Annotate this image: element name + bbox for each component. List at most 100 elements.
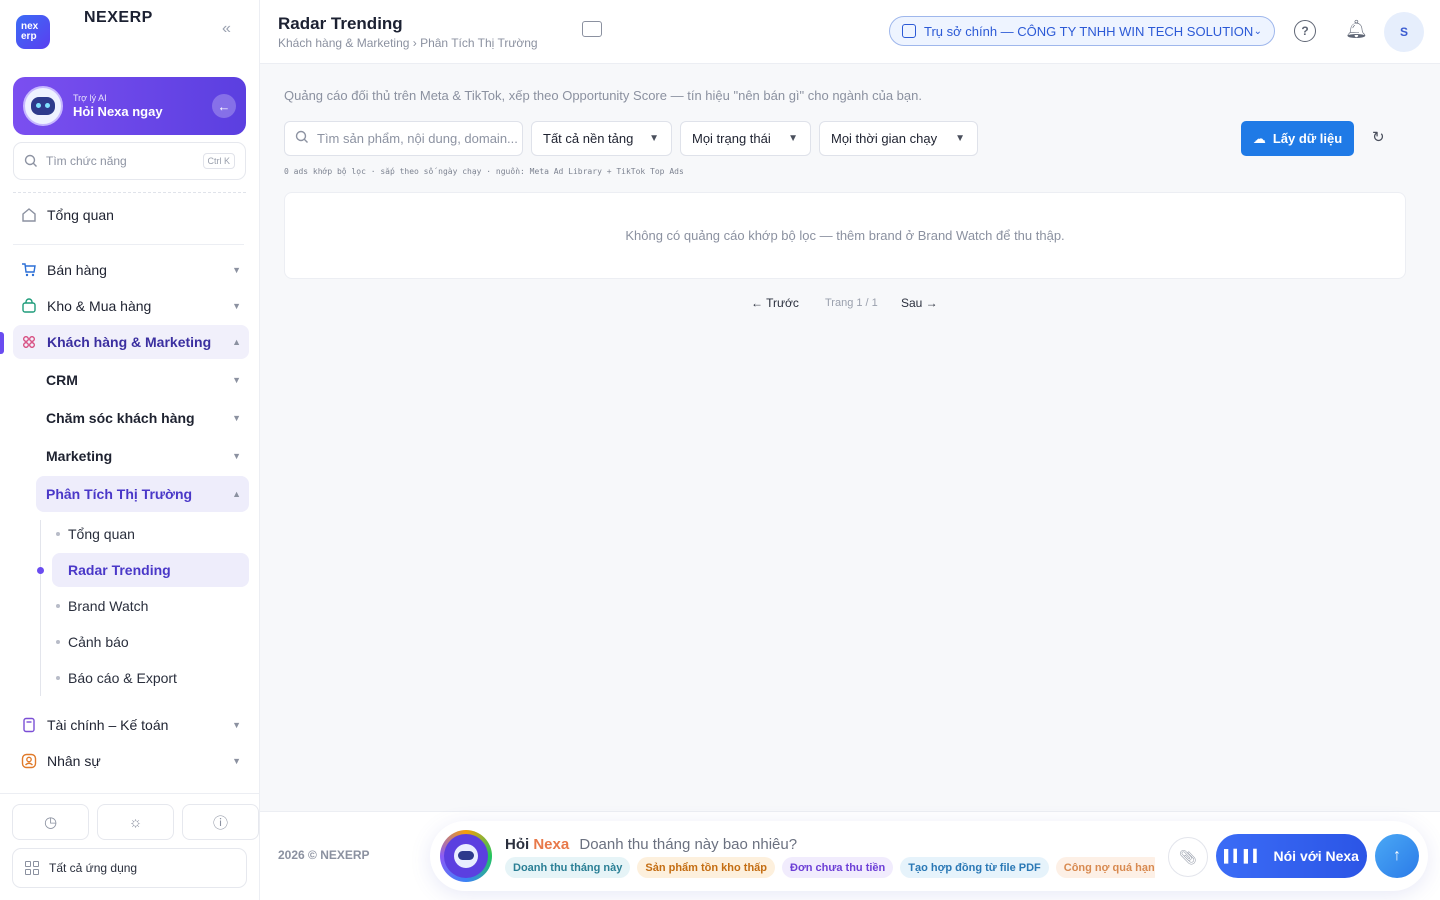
- runtime-select[interactable]: Mọi thời gian chạy ▼: [819, 121, 978, 156]
- suggestion-chips: Doanh thu tháng này Sản phẩm tồn kho thấ…: [505, 857, 1155, 879]
- ask-nexa-card[interactable]: Trợ lý AI Hỏi Nexa ngay ←: [13, 77, 246, 135]
- apps-grid-icon: [25, 861, 39, 875]
- folder-icon[interactable]: [582, 21, 602, 37]
- nav-customers-marketing[interactable]: Khách hàng & Marketing ▲: [13, 325, 249, 359]
- results-meta: 0 ads khớp bộ lọc · sắp theo số ngày chạ…: [284, 167, 684, 176]
- top-header: Radar Trending Khách hàng & Marketing › …: [260, 0, 1440, 64]
- chevron-down-icon: ▼: [232, 301, 241, 311]
- talk-to-nexa-button[interactable]: ▌▍▌▍ Nói với Nexa: [1216, 834, 1367, 878]
- bullet: [56, 532, 60, 536]
- platform-select-value: Tất cả nền tảng: [543, 131, 634, 146]
- ads-search-placeholder: Tìm sản phẩm, nội dung, domain...: [317, 131, 518, 146]
- brand[interactable]: nex erp: [16, 15, 50, 49]
- voice-wave-icon: ▌▍▌▍: [1224, 849, 1264, 863]
- status-select[interactable]: Mọi trạng thái ▼: [680, 121, 811, 156]
- report-issue-button[interactable]: ⓘ: [182, 804, 259, 840]
- ask-nexa-input[interactable]: Hỏi Nexa Doanh thu tháng này bao nhiêu?: [505, 836, 797, 853]
- attach-icon[interactable]: 📎︎: [1168, 837, 1208, 877]
- bell-icon[interactable]: 🔔︎: [1345, 19, 1368, 40]
- sub-item-customer-care-label: Chăm sóc khách hàng: [46, 410, 195, 426]
- brand-name: NEXERP: [84, 9, 153, 26]
- chevron-down-icon: ▼: [649, 133, 659, 144]
- suggestion-chip[interactable]: Doanh thu tháng này: [505, 857, 631, 878]
- function-search-placeholder: Tìm chức năng: [46, 154, 127, 168]
- nexa-avatar-icon[interactable]: [440, 830, 492, 882]
- arrow-left-icon[interactable]: ←: [212, 94, 236, 118]
- help-button[interactable]: ?: [1294, 20, 1316, 42]
- talk-to-nexa-label: Nói với Nexa: [1273, 848, 1359, 864]
- bullet: [56, 604, 60, 608]
- function-search-input[interactable]: Tìm chức năng Ctrl K: [13, 142, 246, 180]
- nexerp-logo: nex erp: [16, 15, 50, 49]
- users-icon: [20, 333, 38, 351]
- leaf-radar-trending[interactable]: Radar Trending: [52, 553, 249, 587]
- collapse-sidebar-icon[interactable]: «: [222, 20, 231, 38]
- leaf-brand-watch[interactable]: Brand Watch: [52, 589, 249, 623]
- home-icon: [20, 206, 38, 224]
- sun-icon: ☼: [128, 813, 143, 831]
- ads-search-input[interactable]: Tìm sản phẩm, nội dung, domain...: [284, 121, 523, 156]
- robot-avatar-icon: [23, 86, 63, 126]
- leaf-reports-export[interactable]: Báo cáo & Export: [52, 661, 249, 695]
- nav-overview[interactable]: Tổng quan: [13, 198, 249, 232]
- sub-item-crm[interactable]: CRM ▼: [36, 362, 249, 398]
- chevron-down-icon: ▼: [788, 133, 798, 144]
- empty-state: Không có quảng cáo khớp bộ lọc — thêm br…: [284, 192, 1406, 279]
- copyright: 2026 © NEXERP: [278, 848, 370, 862]
- nav-hr[interactable]: Nhân sự ▼: [13, 744, 249, 778]
- suggestion-chip[interactable]: Đơn chưa thu tiền: [782, 857, 894, 878]
- sub-item-market-analysis-label: Phân Tích Thị Trường: [46, 486, 193, 502]
- user-avatar[interactable]: S: [1384, 12, 1424, 52]
- runtime-select-value: Mọi thời gian chạy: [831, 131, 938, 146]
- bullet: [56, 640, 60, 644]
- calculator-icon: [20, 716, 38, 734]
- leaf-alerts[interactable]: Cảnh báo: [52, 625, 249, 659]
- chevron-down-icon: ▼: [955, 133, 965, 144]
- divider: [13, 244, 244, 245]
- company-name: Trụ sở chính — CÔNG TY TNHH WIN TECH SOL…: [924, 23, 1254, 39]
- platform-select[interactable]: Tất cả nền tảng ▼: [531, 121, 672, 156]
- search-icon: [295, 130, 309, 147]
- nexa-label: Nexa: [533, 836, 570, 853]
- nav-customers-marketing-label: Khách hàng & Marketing: [47, 334, 212, 350]
- nav-inventory[interactable]: Kho & Mua hàng ▼: [13, 289, 249, 323]
- empty-state-message: Không có quảng cáo khớp bộ lọc — thêm br…: [625, 228, 1065, 243]
- chevron-down-icon: ▼: [232, 756, 241, 766]
- clock-icon: ◷: [43, 814, 58, 831]
- sub-item-marketing[interactable]: Marketing ▼: [36, 438, 249, 474]
- sub-item-marketing-label: Marketing: [46, 448, 113, 464]
- nav-sales[interactable]: Bán hàng ▼: [13, 253, 249, 287]
- suggestion-chip[interactable]: Tạo hợp đồng từ file PDF: [900, 857, 1049, 878]
- fetch-data-button[interactable]: ☁ Lấy dữ liệu: [1241, 121, 1354, 156]
- refresh-icon[interactable]: ↻: [1372, 128, 1385, 146]
- breadcrumb: Khách hàng & Marketing › Phân Tích Thị T…: [278, 36, 538, 50]
- prev-page-button[interactable]: ← Trước: [751, 296, 799, 310]
- suggestion-chip[interactable]: Công nợ quá hạn: [1055, 857, 1155, 878]
- divider: [0, 793, 259, 794]
- leaf-overview[interactable]: Tổng quan: [52, 517, 249, 551]
- history-button[interactable]: ◷: [12, 804, 89, 840]
- nav-inventory-label: Kho & Mua hàng: [47, 298, 152, 314]
- chevron-down-icon: ▼: [232, 451, 241, 461]
- company-selector[interactable]: Trụ sở chính — CÔNG TY TNHH WIN TECH SOL…: [889, 16, 1275, 46]
- next-page-button[interactable]: Sau →: [901, 296, 938, 310]
- nav-finance[interactable]: Tài chính – Kế toán ▼: [13, 708, 249, 742]
- bullet: [56, 676, 60, 680]
- theme-button[interactable]: ☼: [97, 804, 174, 840]
- send-arrow-icon[interactable]: ↑: [1375, 834, 1419, 878]
- nav-hr-label: Nhân sự: [47, 753, 101, 769]
- leaf-brand-watch-label: Brand Watch: [68, 598, 149, 614]
- chevron-up-icon: ▲: [232, 489, 241, 499]
- cloud-upload-icon: ☁: [1252, 130, 1266, 146]
- suggestion-chip[interactable]: Sản phẩm tồn kho thấp: [637, 857, 776, 878]
- ask-placeholder: Doanh thu tháng này bao nhiêu?: [579, 836, 798, 853]
- chevron-down-icon: ▼: [232, 720, 241, 730]
- all-apps-button[interactable]: Tất cả ứng dụng: [12, 848, 247, 888]
- sub-item-market-analysis[interactable]: Phân Tích Thị Trường ▲: [36, 476, 249, 512]
- sub-item-customer-care[interactable]: Chăm sóc khách hàng ▼: [36, 400, 249, 436]
- tree-line: [40, 520, 41, 696]
- bag-icon: [20, 297, 38, 315]
- leaf-alerts-label: Cảnh báo: [68, 634, 129, 650]
- ask-label: Hỏi: [505, 836, 530, 853]
- active-bullet: [37, 567, 44, 574]
